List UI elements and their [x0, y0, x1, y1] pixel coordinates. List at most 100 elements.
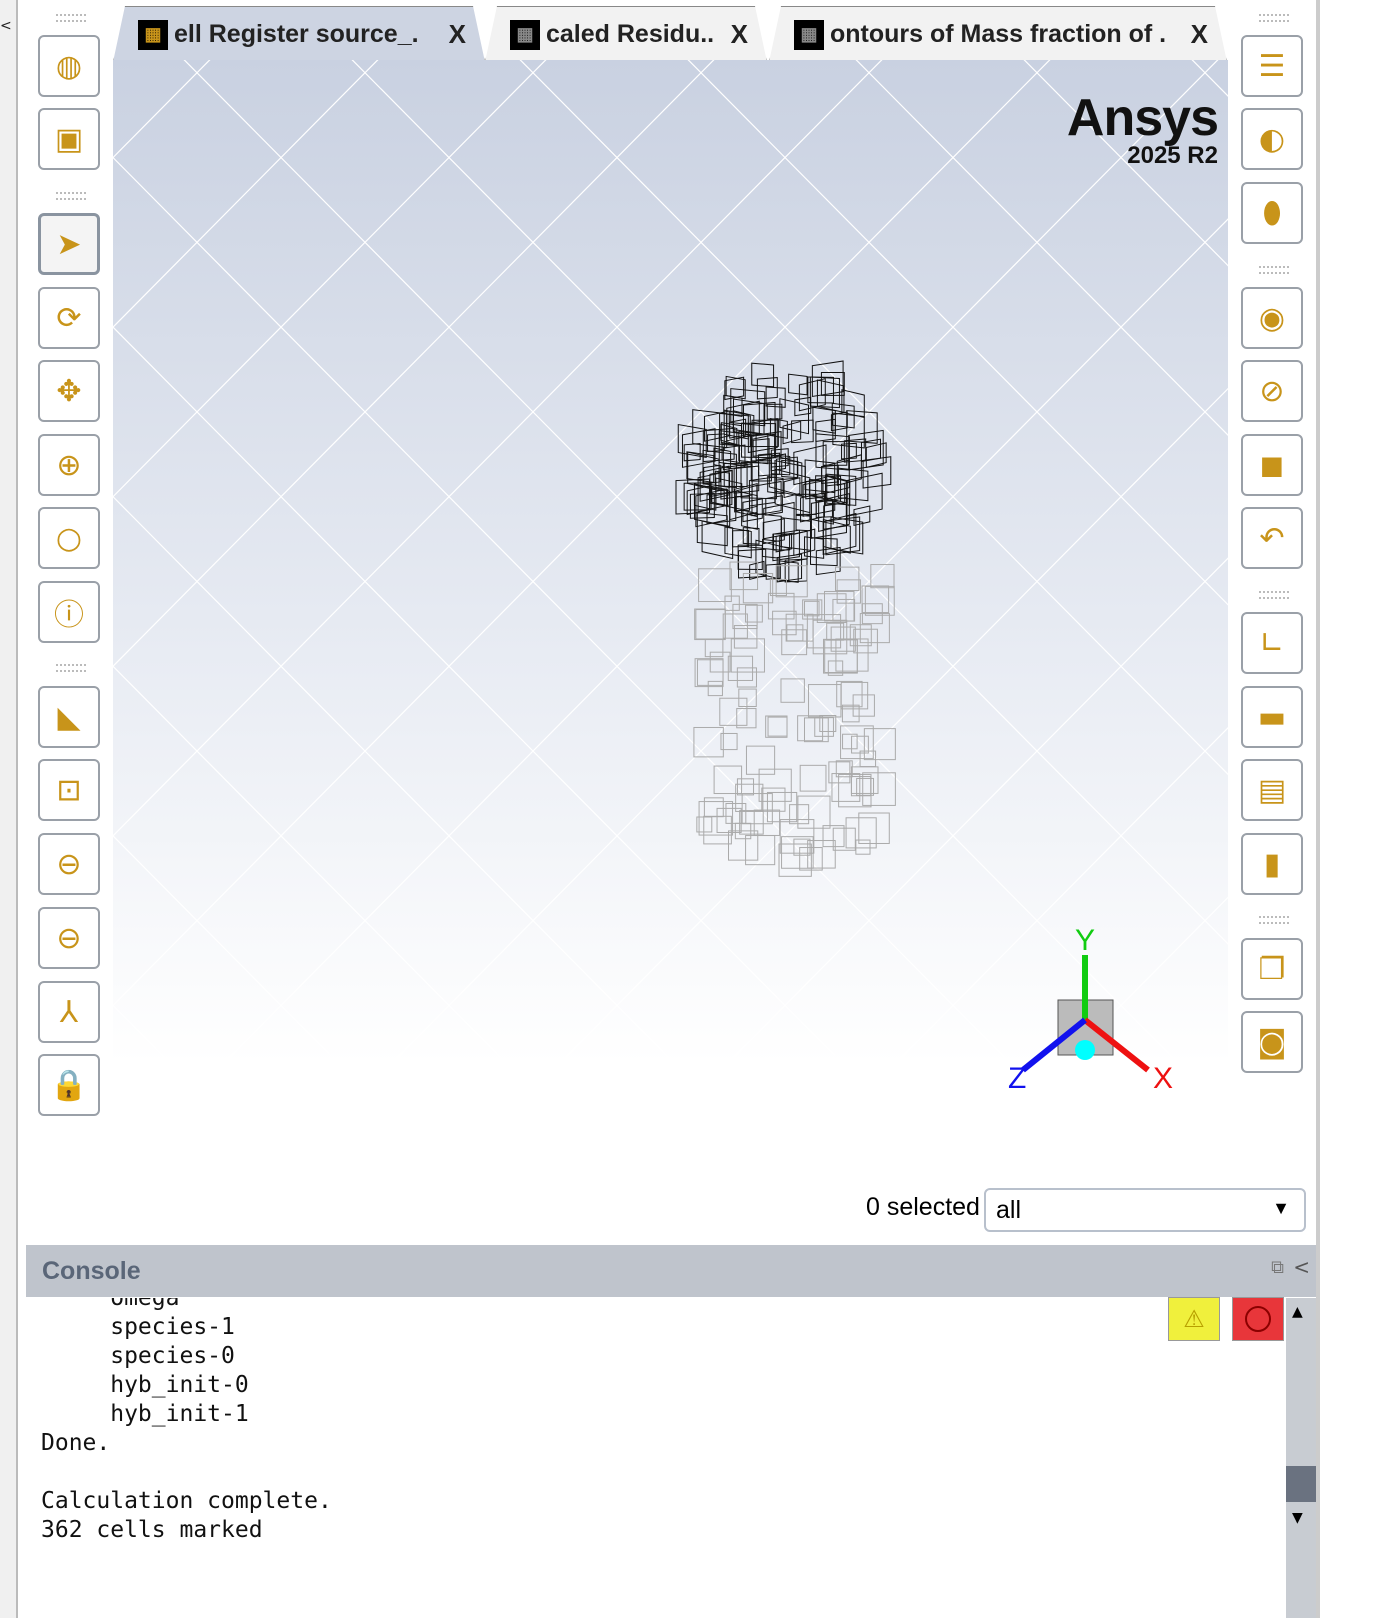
- screenshot-button[interactable]: ◙: [1241, 1011, 1303, 1073]
- chevron-down-icon: ▼: [1272, 1198, 1290, 1218]
- tab-scaled-residuals[interactable]: ▦ caled Residu.. X: [485, 6, 767, 62]
- selection-filter-dropdown[interactable]: all ▼: [984, 1188, 1306, 1232]
- scene-svg: Y X Z: [113, 60, 1228, 1175]
- annotate-button[interactable]: ▤: [1241, 759, 1303, 821]
- legend-button[interactable]: ▮: [1241, 833, 1303, 895]
- pan-button[interactable]: ✥: [38, 360, 100, 422]
- toolbar-grip[interactable]: [56, 664, 86, 672]
- display-mesh-button[interactable]: ◣: [38, 686, 100, 748]
- hide-button[interactable]: ⊘: [1241, 360, 1303, 422]
- axes-button[interactable]: ⅄: [38, 981, 100, 1043]
- clip-icon: ◐: [1258, 121, 1286, 157]
- tab-cell-register[interactable]: ▦ ell Register source_. X: [113, 6, 485, 62]
- mesh-cell: [779, 398, 810, 435]
- axis-label: Z: [1008, 1062, 1026, 1095]
- tab-label: ontours of Mass fraction of .: [830, 20, 1167, 48]
- copy-button[interactable]: ❐: [1241, 938, 1303, 1000]
- transparency-icon: ⬮: [1262, 195, 1282, 231]
- zoom-next-button[interactable]: ⊖: [38, 907, 100, 969]
- mesh-reflection-cell: [703, 815, 732, 845]
- close-icon[interactable]: X: [449, 19, 466, 50]
- console-scrollbar[interactable]: ▲ ▼: [1286, 1298, 1316, 1618]
- mesh-reflection-cell: [862, 772, 896, 806]
- mesh-reflection-cell: [767, 716, 788, 737]
- console-output[interactable]: omega species-1 species-0 hyb_init-0 hyb…: [28, 1298, 1286, 1618]
- selection-count: 0 selected: [866, 1193, 980, 1221]
- warning-icon[interactable]: ⚠: [1168, 1297, 1220, 1341]
- toolbar-grip[interactable]: [56, 192, 86, 200]
- mesh-reflection-cell: [745, 745, 776, 775]
- graphics-viewport[interactable]: Y X Z Ansys 2025 R2: [113, 60, 1228, 1175]
- mesh-cell: [752, 438, 770, 457]
- tab-contours[interactable]: ▦ ontours of Mass fraction of . X: [769, 6, 1227, 62]
- mesh-reflection-cell: [785, 613, 814, 642]
- toolbar-grip[interactable]: [1259, 591, 1289, 599]
- zoom-box-button[interactable]: ⊡: [38, 759, 100, 821]
- console-header: Console ⧉ <: [26, 1245, 1316, 1297]
- rotate-icon: ⟳: [56, 300, 82, 336]
- scroll-thumb[interactable]: [1286, 1466, 1316, 1502]
- copy-icon: ❐: [1258, 951, 1286, 987]
- undock-icon[interactable]: ⧉: [1271, 1257, 1284, 1278]
- show-button[interactable]: ◉: [1241, 287, 1303, 349]
- collapse-icon[interactable]: <: [1293, 1255, 1310, 1279]
- zoom-previous-button[interactable]: ⊖: [38, 833, 100, 895]
- mesh-display-button[interactable]: ◍: [38, 35, 100, 97]
- mesh-reflection-cell: [693, 726, 724, 758]
- mesh-reflection-cell: [861, 585, 890, 614]
- mesh-cell: [795, 514, 812, 532]
- mesh-display-icon: ◍: [55, 48, 83, 84]
- zoom-to-fit-button[interactable]: ○: [38, 507, 100, 569]
- mesh-reflection-cell: [766, 791, 798, 823]
- select-button[interactable]: ➤: [38, 213, 100, 275]
- mesh-reflection-cell: [808, 684, 842, 718]
- mesh-reflection-cell: [863, 728, 896, 761]
- mesh-reflection-cell: [799, 764, 827, 792]
- console-title: Console: [42, 1257, 141, 1285]
- toolbar-grip[interactable]: [1259, 916, 1289, 924]
- collapse-icon[interactable]: <: [0, 18, 12, 34]
- mesh-reflection-cell: [704, 638, 724, 658]
- mesh-reflection-cell: [736, 667, 757, 688]
- clip-button[interactable]: ◐: [1241, 108, 1303, 170]
- select-icon: ➤: [56, 226, 82, 262]
- close-icon[interactable]: X: [731, 19, 748, 50]
- draw-box-icon: ◼: [1259, 447, 1285, 483]
- mesh-reflection-cell: [797, 715, 824, 742]
- scroll-down-icon[interactable]: ▼: [1292, 1510, 1303, 1526]
- probe-button[interactable]: ⓘ: [38, 581, 100, 643]
- mesh-reflection-cell: [698, 568, 732, 603]
- axes-display-button[interactable]: ∟: [1241, 612, 1303, 674]
- zoom-to-fit-icon: ○: [55, 520, 83, 556]
- draw-box-button[interactable]: ◼: [1241, 434, 1303, 496]
- axes-icon: ⅄: [59, 994, 79, 1030]
- grid-line: [113, 60, 211, 159]
- mesh-reflection-cell: [841, 704, 860, 723]
- toolbar-grip[interactable]: [56, 14, 86, 22]
- mesh-cell: [751, 362, 775, 388]
- mesh-cell: [732, 529, 750, 548]
- colormap-button[interactable]: ▬: [1241, 686, 1303, 748]
- zoom-button[interactable]: ⊕: [38, 434, 100, 496]
- bounds-button[interactable]: ▣: [38, 108, 100, 170]
- logo-brand: Ansys: [1066, 89, 1219, 147]
- toolbar-grip[interactable]: [1259, 266, 1289, 274]
- mesh-reflection-cell: [850, 776, 872, 797]
- transparency-button[interactable]: ⬮: [1241, 182, 1303, 244]
- mesh-reflection-cell: [824, 590, 855, 622]
- close-icon[interactable]: X: [1191, 19, 1208, 50]
- surfaces-button[interactable]: ☰: [1241, 35, 1303, 97]
- error-icon[interactable]: [1232, 1297, 1284, 1341]
- toolbar-grip[interactable]: [1259, 14, 1289, 22]
- undo-view-button[interactable]: ↶: [1241, 507, 1303, 569]
- lock-view-button[interactable]: 🔒: [38, 1054, 100, 1116]
- mesh-reflection-cell: [803, 717, 829, 743]
- rotate-button[interactable]: ⟳: [38, 287, 100, 349]
- axes-display-icon: ∟: [1259, 625, 1285, 661]
- legend-icon: ▮: [1263, 846, 1281, 882]
- mesh-reflection-cell: [781, 836, 814, 869]
- ansys-logo: Ansys 2025 R2: [1066, 88, 1219, 170]
- graphics-icon: ▦: [794, 20, 824, 50]
- tab-label: ell Register source_.: [174, 20, 419, 48]
- scroll-up-icon[interactable]: ▲: [1292, 1304, 1303, 1320]
